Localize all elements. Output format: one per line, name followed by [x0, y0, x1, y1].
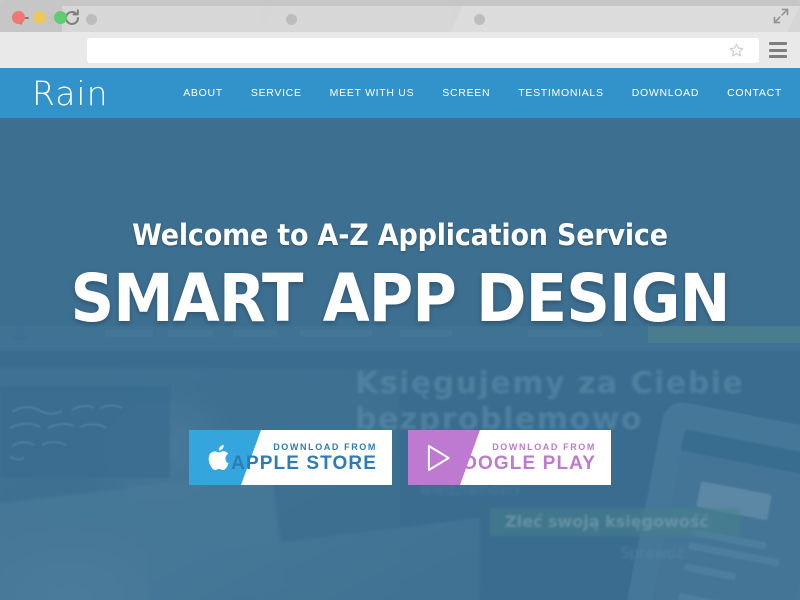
apple-button-small-label: DOWNLOAD FROM — [273, 442, 377, 452]
hero-section: Welcome to A-Z Application Service SMART… — [0, 68, 800, 600]
apple-store-download-button[interactable]: DOWNLOAD FROM APPLE STORE — [189, 430, 392, 485]
nav-item-contact[interactable]: CONTACT — [727, 87, 782, 99]
hero-title: SMART APP DESIGN — [70, 260, 730, 337]
apple-button-text: DOWNLOAD FROM APPLE STORE — [231, 441, 377, 475]
nav-item-service[interactable]: SERVICE — [251, 87, 302, 99]
menu-bar-2 — [769, 48, 787, 52]
maximize-window-button[interactable] — [54, 11, 67, 24]
minimize-window-button[interactable] — [33, 11, 46, 24]
google-button-big-label: GOOGLE PLAY — [446, 453, 596, 474]
site-nav-links: ABOUT SERVICE MEET WITH US SCREEN TESTIM… — [183, 68, 782, 118]
apple-button-big-label: APPLE STORE — [231, 453, 377, 474]
browser-tab-1[interactable] — [62, 6, 277, 32]
hamburger-menu-icon[interactable] — [769, 42, 787, 58]
tab-shape — [450, 6, 800, 32]
menu-bar-3 — [769, 55, 787, 58]
browser-tab-2[interactable] — [262, 6, 462, 32]
menu-bar-1 — [769, 42, 787, 45]
nav-item-download[interactable]: DOWNLOAD — [632, 87, 699, 99]
close-window-button[interactable] — [12, 11, 25, 24]
expand-arrows-icon[interactable] — [772, 7, 790, 25]
site-navbar: Rain ABOUT SERVICE MEET WITH US SCREEN T… — [0, 68, 800, 118]
apple-logo-icon — [208, 444, 229, 470]
google-play-download-button[interactable]: DOWNLOAD FROM GOOGLE PLAY — [408, 430, 611, 485]
nav-item-about[interactable]: ABOUT — [183, 87, 223, 99]
nav-item-screen[interactable]: SCREEN — [442, 87, 490, 99]
google-button-small-label: DOWNLOAD FROM — [492, 442, 596, 452]
site-logo[interactable]: Rain — [32, 75, 109, 113]
browser-titlebar — [0, 0, 800, 32]
google-button-text: DOWNLOAD FROM GOOGLE PLAY — [446, 441, 596, 475]
bookmark-star-icon[interactable] — [729, 43, 744, 58]
nav-item-meet-with-us[interactable]: MEET WITH US — [330, 87, 415, 99]
nav-item-testimonials[interactable]: TESTIMONIALS — [518, 87, 603, 99]
window-controls — [12, 11, 67, 24]
tab-favicon-icon — [286, 14, 297, 25]
browser-window: Księgujemy za Ciebiebezproblemowo jedyni… — [0, 0, 800, 600]
store-buttons-group: DOWNLOAD FROM APPLE STORE DOWNLOAD FROM … — [0, 430, 800, 485]
address-bar-input[interactable] — [87, 38, 759, 63]
page-viewport: Księgujemy za Ciebiebezproblemowo jedyni… — [0, 68, 800, 600]
browser-tab-3-active[interactable] — [450, 6, 800, 32]
hero-subtitle: Welcome to A-Z Application Service — [132, 218, 668, 252]
tab-favicon-icon — [474, 14, 485, 25]
tab-favicon-icon — [86, 14, 97, 25]
google-play-icon — [427, 445, 450, 471]
